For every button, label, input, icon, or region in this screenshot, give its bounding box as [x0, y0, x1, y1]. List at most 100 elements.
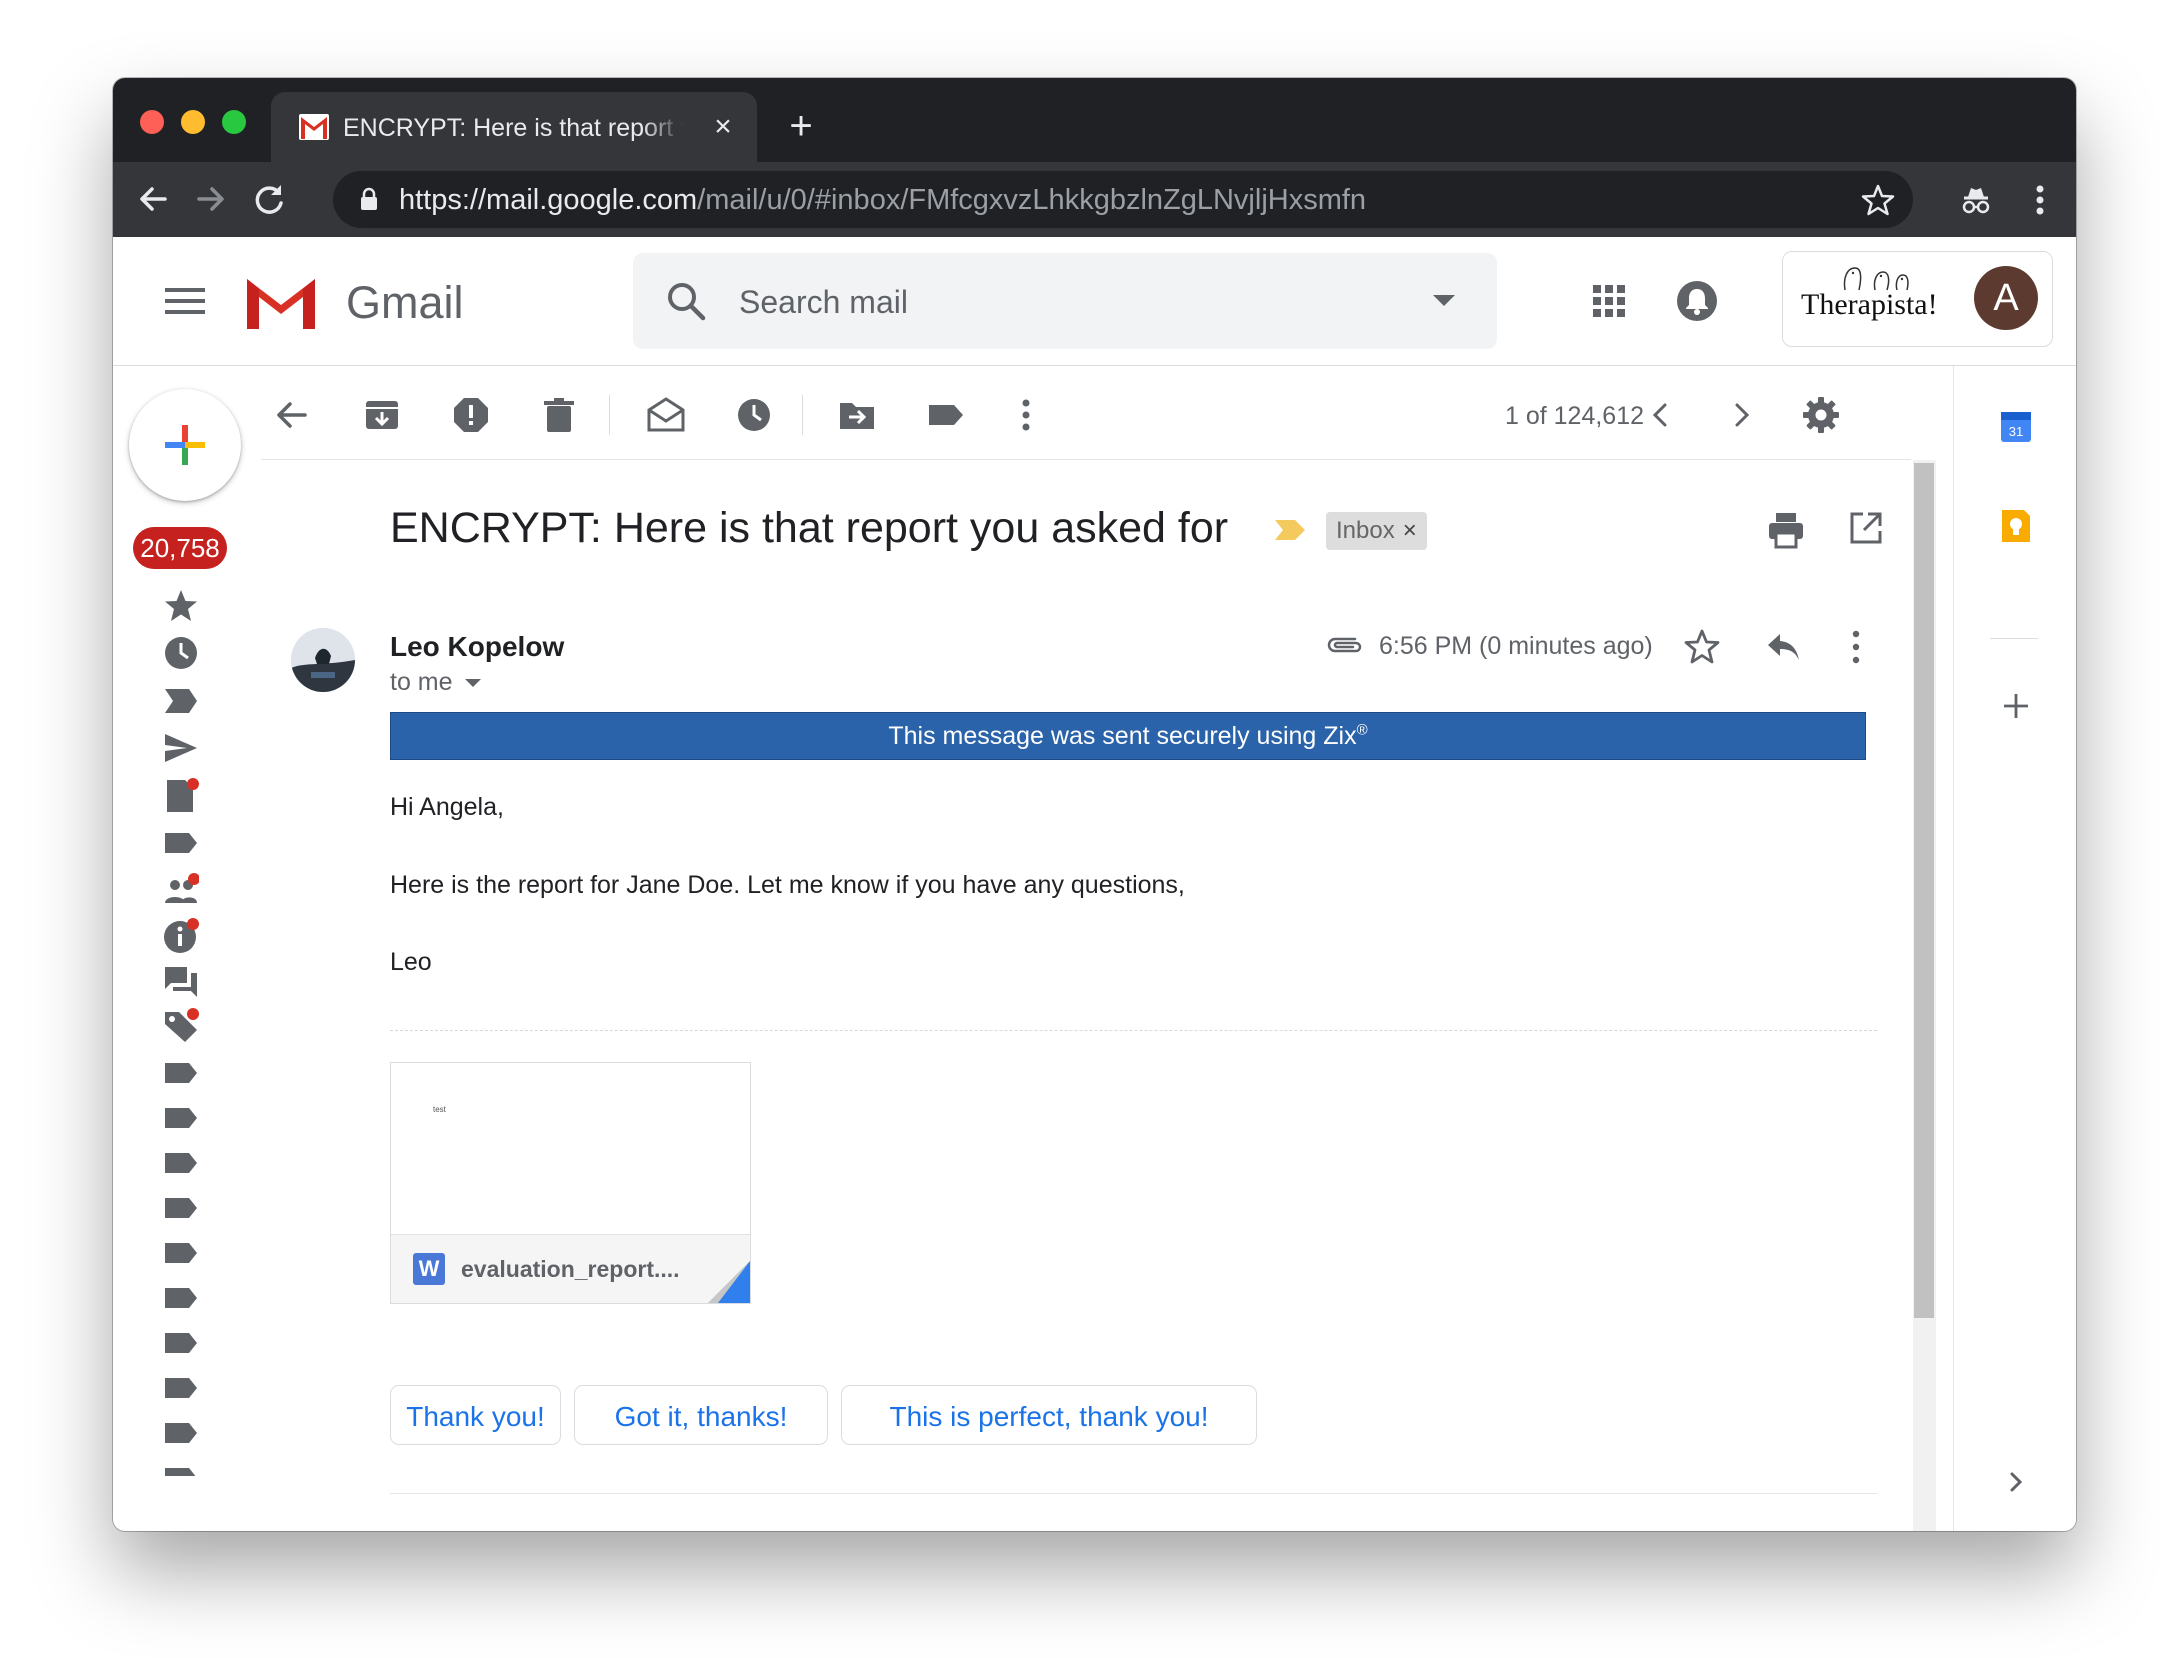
- recipient-details[interactable]: to me: [390, 668, 481, 697]
- search-box[interactable]: [633, 253, 1497, 351]
- social-category-icon[interactable]: [163, 873, 199, 909]
- open-in-new-window-icon[interactable]: [1848, 510, 1884, 546]
- compose-button[interactable]: [129, 389, 241, 501]
- sender-avatar[interactable]: [291, 628, 355, 692]
- toolbar-divider: [802, 395, 803, 435]
- attachment-card[interactable]: test W evaluation_report....: [390, 1062, 751, 1304]
- label-icon[interactable]: [163, 1145, 199, 1181]
- star-message-icon[interactable]: [1683, 628, 1721, 666]
- label-icon[interactable]: [163, 1190, 199, 1226]
- sent-icon[interactable]: [163, 730, 199, 766]
- incognito-icon[interactable]: [1956, 180, 1996, 220]
- mark-as-unread-icon[interactable]: [646, 395, 686, 435]
- back-arrow-icon[interactable]: [131, 177, 175, 221]
- more-actions-icon[interactable]: [1006, 395, 1046, 435]
- tab-title: ENCRYPT: Here is that report you asked f…: [343, 114, 683, 142]
- zix-banner-text: This message was sent securely using Zix: [888, 722, 1357, 750]
- sender-name[interactable]: Leo Kopelow: [390, 631, 564, 663]
- move-to-folder-icon[interactable]: [837, 395, 877, 435]
- side-panel-divider: [1990, 638, 2038, 639]
- google-apps-icon[interactable]: [1591, 283, 1627, 319]
- zix-secure-banner: This message was sent securely using Zix…: [390, 712, 1866, 760]
- newer-chevron-left-icon[interactable]: [1641, 395, 1681, 435]
- address-bar[interactable]: https://mail.google.com/mail/u/0/#inbox/…: [333, 171, 1913, 228]
- keep-notes-icon[interactable]: [1998, 508, 2034, 544]
- main-menu-icon[interactable]: [165, 286, 205, 316]
- message-more-icon[interactable]: [1847, 628, 1865, 666]
- inbox-label-chip[interactable]: Inbox ×: [1326, 512, 1427, 550]
- snooze-clock-icon[interactable]: [734, 395, 774, 435]
- label-icon[interactable]: [163, 1100, 199, 1136]
- snoozed-clock-icon[interactable]: [163, 635, 199, 671]
- search-options-dropdown-icon[interactable]: [1433, 295, 1455, 306]
- important-icon[interactable]: [163, 683, 199, 719]
- label-icon[interactable]: [163, 1460, 199, 1476]
- notifications-bell-icon[interactable]: [1675, 279, 1719, 323]
- forward-arrow-icon[interactable]: [189, 177, 233, 221]
- back-to-inbox-icon[interactable]: [271, 395, 311, 435]
- archive-icon[interactable]: [362, 395, 402, 435]
- label-icon[interactable]: [163, 1055, 199, 1091]
- report-spam-icon[interactable]: [451, 395, 491, 435]
- labels-icon[interactable]: [926, 395, 966, 435]
- gmail-header: Gmail Search mail Therapista! A: [113, 237, 2076, 366]
- message-bottom-divider: [390, 1493, 1877, 1494]
- reload-icon[interactable]: [247, 177, 291, 221]
- side-panel: 31: [1953, 366, 2076, 1531]
- starred-icon[interactable]: [163, 588, 199, 624]
- attachments-divider: [390, 1030, 1877, 1031]
- settings-gear-icon[interactable]: [1801, 395, 1841, 435]
- inbox-unread-count[interactable]: 20,758: [133, 527, 227, 569]
- tab-close-icon[interactable]: ×: [706, 110, 740, 144]
- search-input[interactable]: [737, 253, 1381, 351]
- label-chip-text: Inbox: [1336, 517, 1395, 544]
- smart-reply-button[interactable]: Got it, thanks!: [574, 1385, 828, 1445]
- label-icon[interactable]: [163, 1370, 199, 1406]
- search-icon[interactable]: [664, 279, 708, 323]
- account-switcher[interactable]: Therapista! A: [1782, 251, 2053, 347]
- label-icon[interactable]: [163, 1280, 199, 1316]
- url-path: /mail/u/0/#inbox/FMfcgxvzLhkkgbzlnZgLNvj…: [697, 184, 1367, 216]
- close-window-button[interactable]: [140, 110, 164, 134]
- expand-panel-chevron-icon[interactable]: [1998, 1464, 2034, 1500]
- browser-tab[interactable]: ENCRYPT: Here is that report you asked f…: [271, 92, 757, 162]
- toolbar-divider-line: [261, 459, 1911, 460]
- recipient-text: to me: [390, 668, 453, 696]
- gmail-wordmark: Gmail: [346, 277, 464, 328]
- remove-label-icon[interactable]: ×: [1403, 517, 1417, 544]
- recipient-caret-icon[interactable]: [464, 679, 481, 688]
- importance-marker-icon[interactable]: [1273, 518, 1307, 542]
- page-corner-fold-icon: [708, 1261, 750, 1303]
- compose-plus-icon: [165, 425, 205, 465]
- minimize-window-button[interactable]: [181, 110, 205, 134]
- reply-arrow-icon[interactable]: [1764, 630, 1802, 664]
- drafts-icon[interactable]: [163, 778, 199, 814]
- label-icon[interactable]: [163, 1415, 199, 1451]
- body-paragraph: Here is the report for Jane Doe. Let me …: [390, 871, 1185, 899]
- forums-icon[interactable]: [163, 963, 199, 999]
- body-signature: Leo: [390, 948, 432, 976]
- add-addon-plus-icon[interactable]: [1998, 688, 2034, 724]
- attachment-filename: evaluation_report....: [461, 1256, 680, 1282]
- delete-trash-icon[interactable]: [539, 395, 579, 435]
- scrollbar-thumb[interactable]: [1914, 463, 1934, 1318]
- label-icon[interactable]: [163, 1325, 199, 1361]
- smart-reply-button[interactable]: This is perfect, thank you!: [841, 1385, 1257, 1445]
- new-tab-button[interactable]: +: [781, 106, 821, 146]
- tab-strip: ENCRYPT: Here is that report you asked f…: [113, 78, 2076, 162]
- smart-reply-button[interactable]: Thank you!: [390, 1385, 561, 1445]
- browser-menu-icon[interactable]: [2020, 180, 2060, 220]
- email-subject: ENCRYPT: Here is that report you asked f…: [390, 504, 1229, 552]
- gmail-logo-icon[interactable]: [243, 273, 319, 331]
- label-icon[interactable]: [163, 1235, 199, 1271]
- label-icon[interactable]: [163, 825, 199, 861]
- calendar-icon[interactable]: 31: [1998, 408, 2034, 444]
- older-chevron-right-icon[interactable]: [1721, 395, 1761, 435]
- account-avatar[interactable]: A: [1974, 266, 2038, 330]
- maximize-window-button[interactable]: [222, 110, 246, 134]
- promotions-icon[interactable]: [163, 1008, 199, 1044]
- print-icon[interactable]: [1766, 510, 1806, 550]
- bookmark-star-icon[interactable]: [1861, 183, 1895, 217]
- updates-info-icon[interactable]: [163, 918, 199, 954]
- attachment-footer: W evaluation_report....: [391, 1234, 750, 1303]
